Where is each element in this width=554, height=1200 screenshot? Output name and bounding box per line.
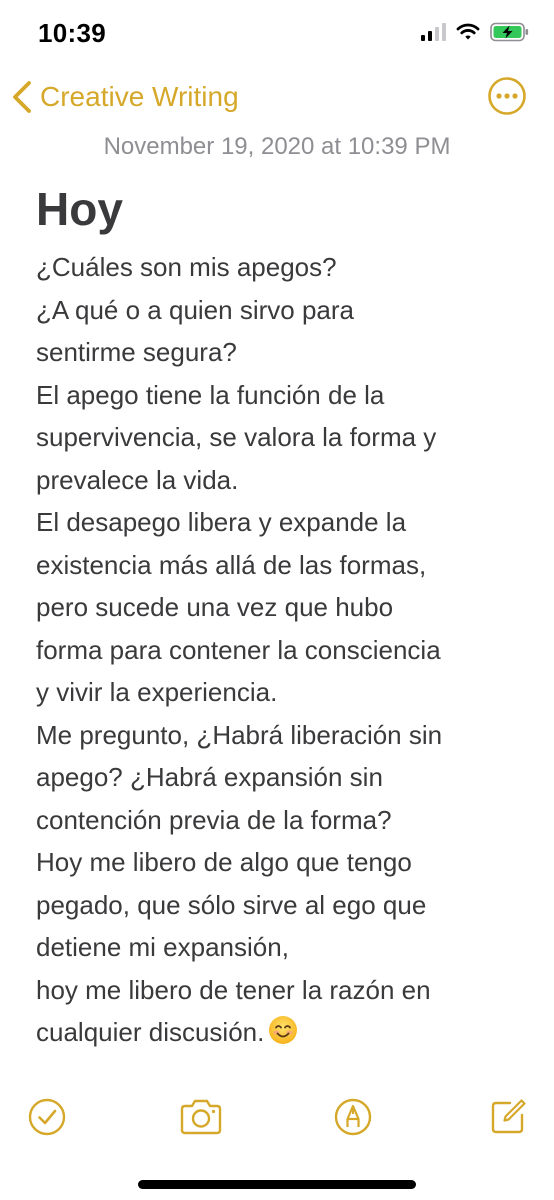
note-line: Hoy me libero de algo que tengo [36, 847, 412, 877]
note-line-last: cualquier discusión. [36, 1011, 536, 1054]
battery-charging-icon [490, 22, 529, 42]
note-line: ¿A qué o a quien sirvo para [36, 294, 354, 325]
note-title[interactable]: Hoy [36, 178, 123, 240]
markup-button[interactable] [326, 1090, 380, 1144]
back-button[interactable]: Creative Writing [10, 74, 239, 120]
checklist-icon [28, 1098, 66, 1136]
checklist-button[interactable] [20, 1090, 74, 1144]
home-indicator[interactable] [138, 1180, 416, 1189]
note-line: El desapego libera y expande la [36, 507, 407, 537]
ellipsis-circle-icon [488, 77, 526, 115]
smiling-face-icon [269, 1016, 298, 1044]
camera-button[interactable] [174, 1090, 228, 1144]
note-line: prevalece la vida. [36, 464, 239, 495]
note-line: detiene mi expansión, [36, 932, 289, 962]
note-line: contención previa de la forma? [36, 804, 392, 835]
note-line: pero sucede una vez que hubo [36, 592, 394, 622]
status-icons [421, 22, 530, 42]
wifi-icon [456, 23, 480, 40]
note-line: supervivencia, se valora la forma y [36, 422, 437, 452]
note-line: El apego tiene la función de la [36, 379, 385, 410]
markup-icon [334, 1098, 372, 1136]
note-line: Me pregunto, ¿Habrá liberación sin [36, 719, 443, 750]
note-line: apego? ¿Habrá expansión sin [36, 762, 383, 792]
chevron-left-icon [13, 81, 31, 113]
back-button-label: Creative Writing [40, 81, 239, 112]
bottom-toolbar [0, 1090, 554, 1144]
note-line: existencia más allá de las formas, [36, 549, 427, 580]
camera-icon [180, 1099, 222, 1135]
note-body[interactable]: ¿Cuáles son mis apegos? ¿A qué o a quien… [36, 246, 536, 1054]
note-line: ¿Cuáles son mis apegos? [36, 252, 337, 282]
note-date: November 19, 2020 at 10:39 PM [103, 133, 451, 160]
note-line: pegado, que sólo sirve al ego que [36, 889, 427, 920]
note-line: hoy me libero de tener la razón en [36, 974, 431, 1005]
status-bar: 10:39 [0, 0, 554, 70]
compose-button[interactable] [481, 1090, 535, 1144]
status-time: 10:39 [38, 18, 106, 48]
compose-icon [491, 1099, 526, 1134]
note-line: forma para contener la consciencia [36, 634, 441, 665]
more-options-button[interactable] [487, 76, 527, 116]
note-line: sentirme segura? [36, 337, 237, 367]
note-line-text: cualquier discusión. [36, 1017, 265, 1047]
signal-icon [421, 23, 446, 41]
note-line: y vivir la experiencia. [36, 677, 278, 707]
